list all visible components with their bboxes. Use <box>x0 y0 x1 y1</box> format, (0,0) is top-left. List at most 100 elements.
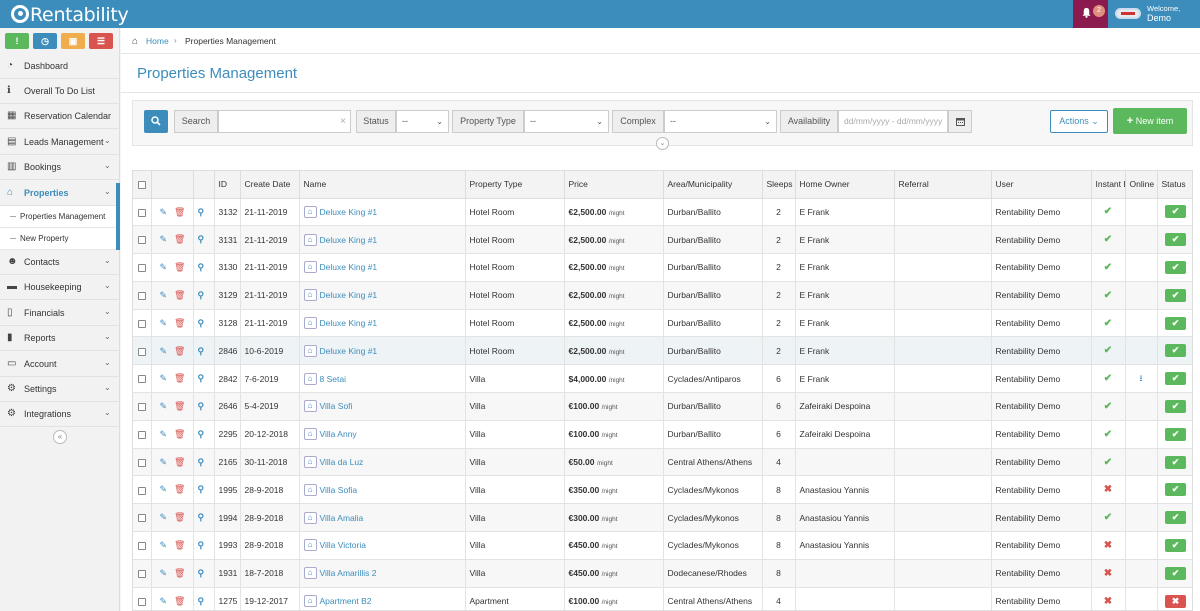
column-header[interactable] <box>193 171 215 199</box>
column-header[interactable]: Price <box>564 171 664 199</box>
table-row[interactable]: ✎ 🗑 ⚲ 2165 30-11-2018 ⌂ Villa da Luz Villa €50.0… <box>133 448 1192 477</box>
table-row[interactable]: ✎ 🗑 ⚲ 2846 10-6-2019 ⌂ Deluxe King #1 Hotel Roo… <box>133 336 1192 366</box>
quick-button-list[interactable]: ☰ <box>89 33 113 49</box>
trash-icon[interactable]: 🗑 <box>174 346 185 357</box>
new-item-button[interactable]: + New item <box>1113 108 1187 134</box>
sidebar-item-overall-to-do-list[interactable]: ℹ Overall To Do List <box>0 79 120 104</box>
search-icon[interactable]: ⚲ <box>198 234 205 245</box>
row-checkbox[interactable] <box>137 347 146 356</box>
property-name-link[interactable]: Villa Amalia <box>320 513 364 523</box>
sidebar-item-properties[interactable]: ⌂ Properties ⌄ <box>0 181 120 206</box>
sidebar-item-account[interactable]: ▭ Account ⌄ <box>0 352 120 377</box>
expand-filters-button[interactable]: ⌄ <box>656 137 669 150</box>
table-row[interactable]: ✎ 🗑 ⚲ 1931 18-7-2018 ⌂ Villa Amarillis 2 Villa €… <box>133 559 1192 588</box>
table-row[interactable]: ✎ 🗑 ⚲ 3129 21-11-2019 ⌂ Deluxe King #1 Hotel Ro… <box>133 281 1192 310</box>
complex-select[interactable]: -- ⌄ <box>664 110 777 133</box>
user-menu[interactable]: Welcome, Demo <box>1108 0 1200 28</box>
quick-button-clock[interactable]: ◷ <box>33 33 57 49</box>
pencil-icon[interactable]: ✎ <box>160 540 168 551</box>
status-active-toggle[interactable]: ✔ <box>1165 399 1186 413</box>
column-header[interactable]: Create Date <box>240 171 300 199</box>
row-checkbox[interactable] <box>137 375 146 384</box>
select-all-checkbox[interactable] <box>137 181 146 189</box>
row-checkbox[interactable] <box>137 319 146 328</box>
availability-date-range-input[interactable]: dd/mm/yyyy - dd/mm/yyyy <box>838 110 948 133</box>
status-active-toggle[interactable]: ✔ <box>1165 260 1186 274</box>
search-icon[interactable]: ⚲ <box>198 568 205 579</box>
column-header[interactable]: Instant B <box>1091 171 1126 199</box>
column-header[interactable] <box>151 171 194 199</box>
pencil-icon[interactable]: ✎ <box>160 207 168 218</box>
sidebar-item-dashboard[interactable]: ◔ Dashboard <box>0 54 120 79</box>
property-name-link[interactable]: Deluxe King #1 <box>320 262 378 272</box>
row-checkbox[interactable] <box>137 264 146 273</box>
search-icon[interactable]: ⚲ <box>198 596 205 607</box>
sidebar-item-reservation-calendar[interactable]: ▦ Reservation Calendar <box>0 104 120 129</box>
column-header[interactable]: Home Owner <box>795 171 895 199</box>
table-row[interactable]: ✎ 🗑 ⚲ 1993 28-9-2018 ⌂ Villa Victoria Villa €450… <box>133 531 1192 560</box>
row-checkbox[interactable] <box>137 570 146 578</box>
sidebar-subitem-new-property[interactable]: New Property <box>0 228 120 250</box>
collapse-sidebar-button[interactable]: « <box>53 430 67 444</box>
property-type-select[interactable]: -- ⌄ <box>524 110 609 133</box>
status-active-toggle[interactable]: ✔ <box>1165 483 1186 497</box>
table-row[interactable]: ✎ 🗑 ⚲ 3132 21-11-2019 ⌂ Deluxe King #1 Hotel Ro… <box>133 198 1192 227</box>
pencil-icon[interactable]: ✎ <box>160 401 168 412</box>
row-checkbox[interactable] <box>137 542 146 551</box>
status-inactive-toggle[interactable]: ✖ <box>1165 594 1186 608</box>
pencil-icon[interactable]: ✎ <box>160 346 168 357</box>
search-icon[interactable]: ⚲ <box>198 512 205 523</box>
search-icon[interactable]: ⚲ <box>198 318 205 329</box>
sidebar-item-housekeeping[interactable]: ▬ Housekeeping ⌄ <box>0 275 120 300</box>
pencil-icon[interactable]: ✎ <box>160 568 168 579</box>
trash-icon[interactable]: 🗑 <box>174 568 185 579</box>
download-icon[interactable]: ⭳ <box>1139 373 1142 383</box>
row-checkbox[interactable] <box>137 458 146 467</box>
table-row[interactable]: ✎ 🗑 ⚲ 2842 7-6-2019 ⌂ 8 Setai Villa $4,000.00 /n… <box>133 364 1192 394</box>
property-name-link[interactable]: 8 Setai <box>320 374 346 384</box>
pencil-icon[interactable]: ✎ <box>160 290 168 301</box>
status-active-toggle[interactable]: ✔ <box>1165 427 1186 441</box>
search-input[interactable]: × <box>218 110 351 133</box>
sidebar-item-contacts[interactable]: ☻ Contacts ⌄ <box>0 250 120 275</box>
sidebar-item-integrations[interactable]: ⚙ Integrations ⌄ <box>0 402 120 427</box>
row-checkbox[interactable] <box>137 486 146 495</box>
row-checkbox[interactable] <box>137 236 146 245</box>
column-header[interactable]: Name <box>299 171 466 199</box>
property-name-link[interactable]: Villa Amarillis 2 <box>320 568 377 578</box>
quick-button-exclamation[interactable]: ! <box>5 33 29 49</box>
property-name-link[interactable]: Villa Anny <box>320 429 357 439</box>
property-name-link[interactable]: Villa da Luz <box>320 457 364 467</box>
sidebar-item-bookings[interactable]: ▥ Bookings ⌄ <box>0 155 120 180</box>
row-checkbox[interactable] <box>137 403 146 412</box>
pencil-icon[interactable]: ✎ <box>160 262 168 273</box>
column-header[interactable]: Area/Municipality <box>663 171 763 199</box>
trash-icon[interactable]: 🗑 <box>174 207 185 218</box>
trash-icon[interactable]: 🗑 <box>174 373 185 384</box>
property-name-link[interactable]: Deluxe King #1 <box>320 290 378 300</box>
column-header[interactable]: Status <box>1157 171 1192 199</box>
trash-icon[interactable]: 🗑 <box>174 429 185 440</box>
table-row[interactable]: ✎ 🗑 ⚲ 2646 5-4-2019 ⌂ Villa Sofi Villa €100.00 /… <box>133 392 1192 421</box>
search-icon[interactable]: ⚲ <box>198 429 205 440</box>
search-icon[interactable]: ⚲ <box>198 401 205 412</box>
table-row[interactable]: ✎ 🗑 ⚲ 1994 28-9-2018 ⌂ Villa Amalia Villa €300.0… <box>133 503 1192 533</box>
property-name-link[interactable]: Apartment B2 <box>320 596 372 606</box>
column-header[interactable]: Referral <box>894 171 992 199</box>
search-icon[interactable]: ⚲ <box>198 290 205 301</box>
sidebar-item-leads-management[interactable]: ▤ Leads Management ⌄ <box>0 130 120 155</box>
table-row[interactable]: ✎ 🗑 ⚲ 2295 20-12-2018 ⌂ Villa Anny Villa €100.00… <box>133 420 1192 449</box>
table-row[interactable]: ✎ 🗑 ⚲ 1995 28-9-2018 ⌂ Villa Sofia Villa €350.00… <box>133 475 1192 505</box>
trash-icon[interactable]: 🗑 <box>174 512 185 523</box>
app-logo[interactable]: Rentability <box>11 4 129 26</box>
property-name-link[interactable]: Deluxe King #1 <box>320 346 378 356</box>
sidebar-item-reports[interactable]: ▮ Reports ⌄ <box>0 326 120 351</box>
trash-icon[interactable]: 🗑 <box>174 596 185 607</box>
search-icon[interactable]: ⚲ <box>198 262 205 273</box>
pencil-icon[interactable]: ✎ <box>160 484 168 495</box>
table-row[interactable]: ✎ 🗑 ⚲ 3130 21-11-2019 ⌂ Deluxe King #1 Hotel Ro… <box>133 253 1192 282</box>
search-icon[interactable]: ⚲ <box>198 540 205 551</box>
pencil-icon[interactable]: ✎ <box>160 512 168 523</box>
status-active-toggle[interactable]: ✔ <box>1165 316 1186 330</box>
search-icon[interactable]: ⚲ <box>198 457 205 468</box>
